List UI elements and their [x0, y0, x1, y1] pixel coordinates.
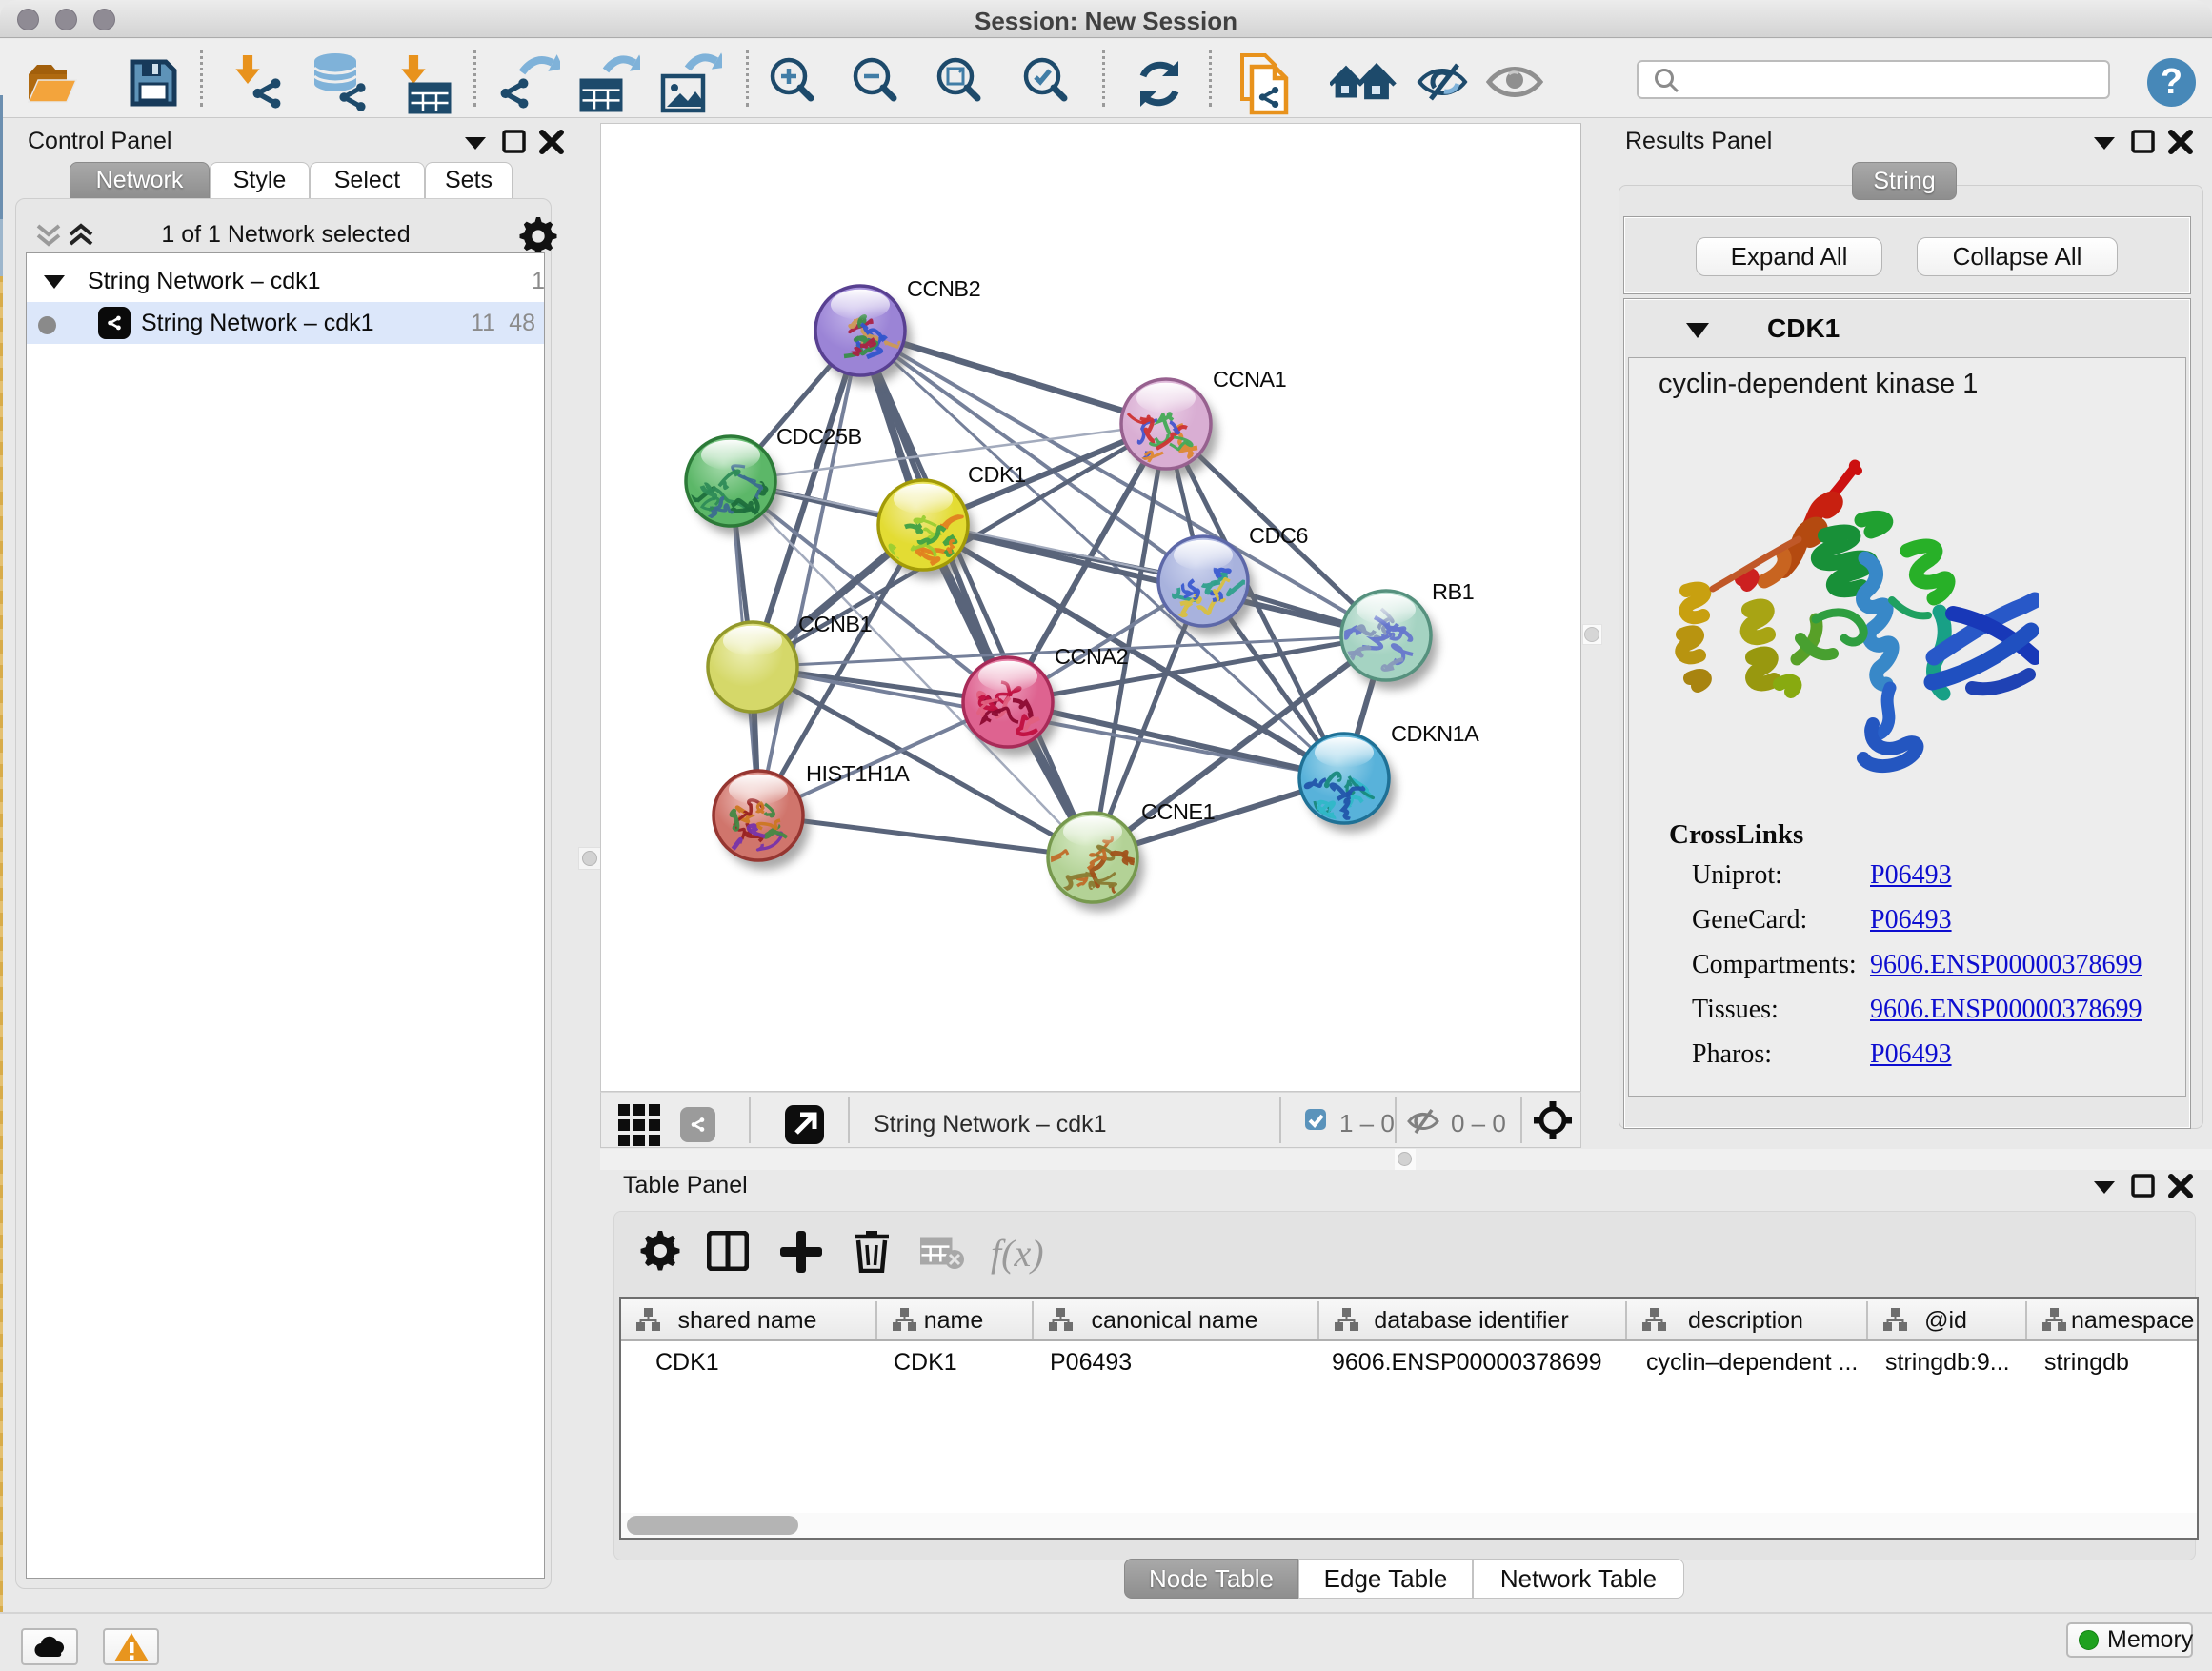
svg-text:CCNB1: CCNB1	[798, 612, 872, 636]
svg-text:CDKN1A: CDKN1A	[1391, 721, 1479, 746]
svg-text:CCNA2: CCNA2	[1055, 644, 1128, 669]
svg-text:CCNE1: CCNE1	[1141, 799, 1215, 824]
svg-text:CCNB2: CCNB2	[907, 276, 980, 301]
svg-text:CDC25B: CDC25B	[776, 424, 862, 449]
svg-text:HIST1H1A: HIST1H1A	[806, 761, 910, 786]
svg-text:CDK1: CDK1	[968, 462, 1026, 487]
svg-text:CDC6: CDC6	[1249, 523, 1308, 548]
svg-text:CCNA1: CCNA1	[1213, 367, 1286, 392]
svg-text:RB1: RB1	[1432, 579, 1474, 604]
